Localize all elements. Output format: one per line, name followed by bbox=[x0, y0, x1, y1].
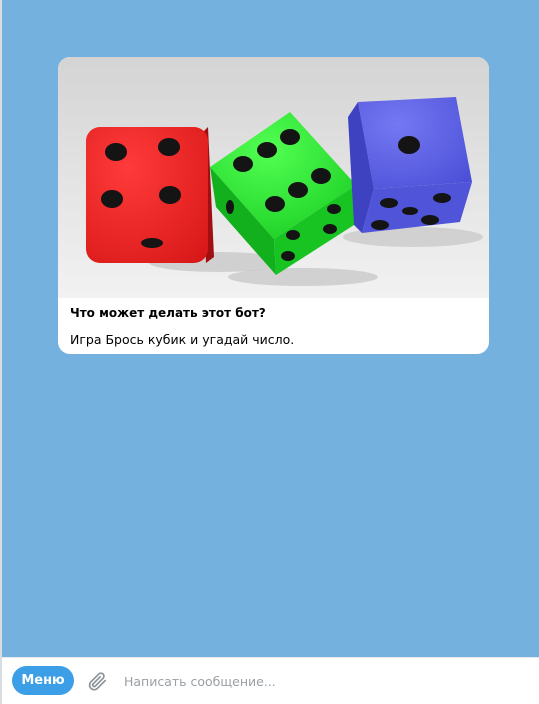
menu-button[interactable]: Меню bbox=[12, 666, 74, 695]
dice-image bbox=[58, 57, 489, 298]
bot-intro-description: Игра Брось кубик и угадай число. bbox=[70, 332, 295, 347]
message-composer: Меню bbox=[2, 657, 539, 704]
red-die bbox=[86, 127, 214, 263]
bot-intro-card: Что может делать этот бот? Игра Брось ку… bbox=[58, 57, 489, 354]
bot-intro-title: Что может делать этот бот? bbox=[70, 306, 266, 320]
chat-area: Что может делать этот бот? Игра Брось ку… bbox=[2, 0, 539, 657]
blue-die bbox=[348, 97, 472, 233]
paperclip-icon[interactable] bbox=[86, 670, 108, 692]
message-input[interactable] bbox=[120, 667, 528, 695]
